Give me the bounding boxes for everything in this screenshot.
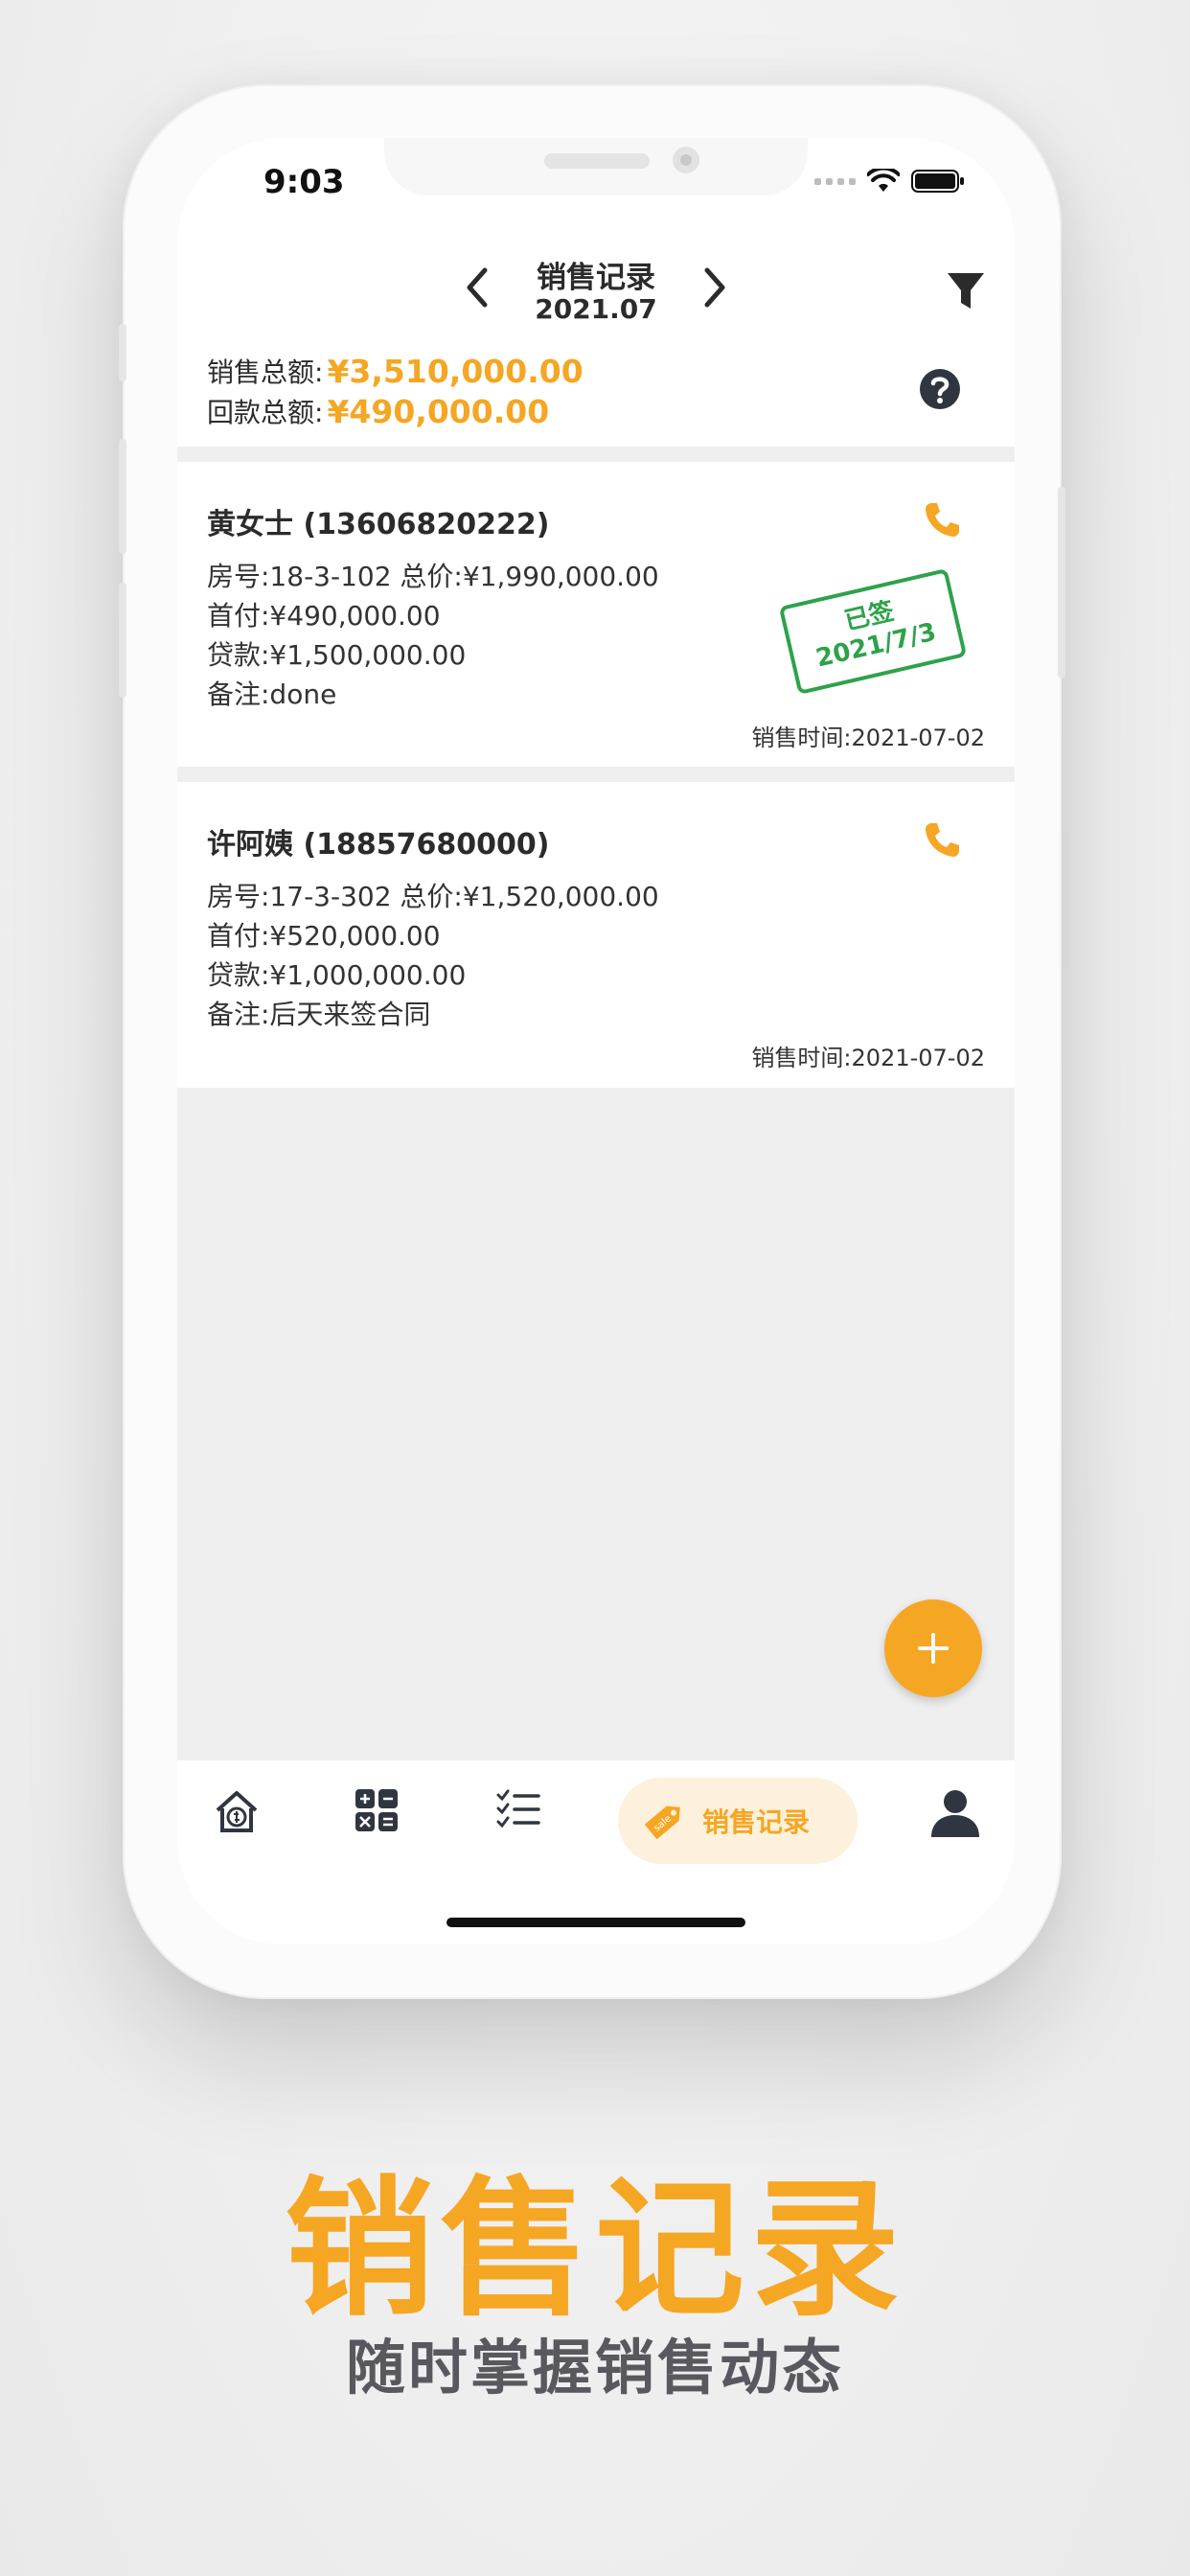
filter-icon[interactable] xyxy=(946,270,986,312)
phone-icon[interactable] xyxy=(923,500,961,539)
front-camera xyxy=(673,147,699,173)
down-payment: 首付:¥490,000.00 xyxy=(207,600,441,632)
sales-summary: 销售总额: ¥3,510,000.00 回款总额: ¥490,000.00 xyxy=(207,351,584,431)
wifi-icon xyxy=(867,169,900,192)
phone-icon[interactable] xyxy=(923,820,961,859)
status-icons xyxy=(814,169,965,194)
tab-sales-records-label: 销售记录 xyxy=(702,1806,811,1838)
promo-subtitle: 随时掌握销售动态 xyxy=(345,2333,844,2403)
tab-sales-records[interactable]: sale 销售记录 xyxy=(618,1778,858,1864)
sale-time: 销售时间:2021-07-02 xyxy=(751,1045,985,1071)
refund-total-label: 回款总额: xyxy=(207,397,324,428)
help-icon[interactable] xyxy=(919,368,961,410)
customer-name: 许阿姨 (18857680000) xyxy=(207,828,550,862)
loan-amount: 贷款:¥1,000,000.00 xyxy=(207,959,467,991)
phone-screen: 9:03 销售记录 2021.07 销售总额: ¥3,510,000.00 回款… xyxy=(177,138,1015,1944)
customer-name: 黄女士 (13606820222) xyxy=(207,508,550,541)
list-item[interactable]: 黄女士 (13606820222) 房号:18-3-102 总价:¥1,990,… xyxy=(177,462,1015,767)
home-price-icon[interactable] xyxy=(212,1787,262,1837)
plus-icon xyxy=(918,1633,949,1664)
next-month-button[interactable] xyxy=(699,263,730,312)
room-and-price: 房号:17-3-302 总价:¥1,520,000.00 xyxy=(207,881,659,912)
refund-total-value: ¥490,000.00 xyxy=(327,392,550,430)
sale-time: 销售时间:2021-07-02 xyxy=(751,724,985,751)
side-button-mute xyxy=(119,324,126,381)
profile-icon[interactable] xyxy=(929,1787,981,1839)
remark: 备注:后天来签合同 xyxy=(207,999,431,1030)
side-button-power xyxy=(1058,487,1065,678)
sales-total-label: 销售总额: xyxy=(207,356,324,388)
tab-bar: sale 销售记录 xyxy=(177,1760,1015,1875)
divider xyxy=(177,447,1015,462)
calculator-icon[interactable] xyxy=(354,1787,400,1833)
home-indicator xyxy=(446,1918,745,1927)
room-and-price: 房号:18-3-102 总价:¥1,990,000.00 xyxy=(207,561,659,592)
battery-icon xyxy=(911,170,964,193)
speaker xyxy=(544,153,650,169)
list-item[interactable]: 许阿姨 (18857680000) 房号:17-3-302 总价:¥1,520,… xyxy=(177,782,1015,1088)
period-label: 2021.07 xyxy=(535,293,657,325)
remark: 备注:done xyxy=(207,678,337,710)
promo-title: 销售记录 xyxy=(285,2162,905,2336)
divider xyxy=(177,767,1015,782)
loan-amount: 贷款:¥1,500,000.00 xyxy=(207,639,467,671)
status-time: 9:03 xyxy=(263,163,345,201)
signal-icon xyxy=(814,177,856,185)
down-payment: 首付:¥520,000.00 xyxy=(207,920,441,952)
sales-total-value: ¥3,510,000.00 xyxy=(327,352,584,390)
checklist-icon[interactable] xyxy=(495,1787,541,1833)
page-title: 销售记录 xyxy=(537,261,655,295)
side-button-volume-up xyxy=(119,439,126,554)
sales-tag-icon: sale xyxy=(644,1806,680,1840)
add-record-button[interactable] xyxy=(884,1599,982,1697)
signed-stamp: 已签 2021/7/3 xyxy=(778,567,968,696)
side-button-volume-down xyxy=(119,583,126,698)
notch xyxy=(384,138,808,196)
header: 销售记录 2021.07 xyxy=(177,243,1015,349)
